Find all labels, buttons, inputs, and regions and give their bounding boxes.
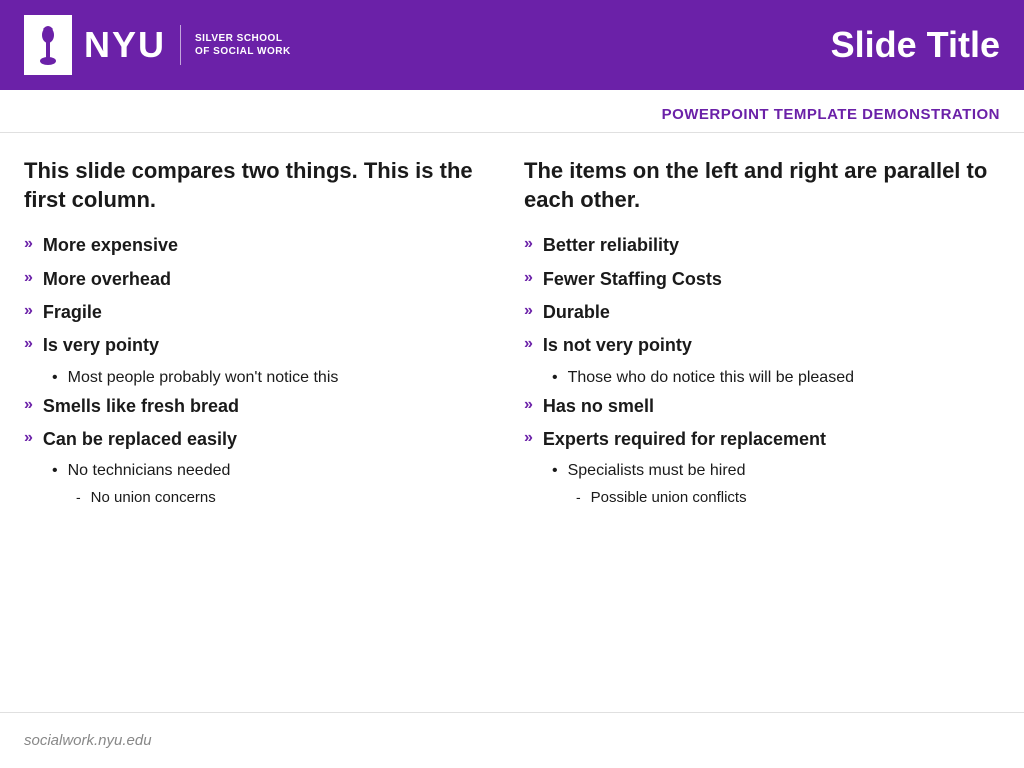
item-label: Smells like fresh bread bbox=[43, 395, 239, 418]
item-label: Fragile bbox=[43, 301, 102, 324]
bullet-icon: • bbox=[552, 369, 558, 387]
list-item: • No technicians needed bbox=[24, 461, 500, 482]
item-label: Possible union conflicts bbox=[591, 488, 747, 508]
item-label: More overhead bbox=[43, 268, 171, 291]
logo-area: NYU SILVER SCHOOL OF SOCIAL WORK bbox=[24, 15, 291, 75]
list-item: » Experts required for replacement bbox=[524, 428, 1000, 451]
list-item: • Specialists must be hired bbox=[524, 461, 1000, 482]
school-name-line1: SILVER SCHOOL bbox=[195, 32, 291, 45]
chevron-icon: » bbox=[524, 269, 533, 287]
logo-divider bbox=[180, 25, 181, 65]
list-item: » Can be replaced easily bbox=[24, 428, 500, 451]
item-label: Fewer Staffing Costs bbox=[543, 268, 722, 291]
right-column-list: » Better reliability » Fewer Staffing Co… bbox=[524, 234, 1000, 507]
chevron-icon: » bbox=[524, 302, 533, 320]
chevron-icon: » bbox=[24, 269, 33, 287]
item-label: Can be replaced easily bbox=[43, 428, 237, 451]
subtitle-bar: POWERPOINT TEMPLATE DEMONSTRATION bbox=[0, 90, 1024, 133]
left-column-list: » More expensive » More overhead » Fragi… bbox=[24, 234, 500, 507]
right-column-heading: The items on the left and right are para… bbox=[524, 157, 1000, 214]
item-label: Better reliability bbox=[543, 234, 679, 257]
subtitle-text: POWERPOINT TEMPLATE DEMONSTRATION bbox=[662, 106, 1000, 123]
list-item: » More overhead bbox=[24, 268, 500, 291]
item-label: Those who do notice this will be pleased bbox=[568, 368, 854, 389]
left-column-heading: This slide compares two things. This is … bbox=[24, 157, 500, 214]
list-item: - Possible union conflicts bbox=[524, 488, 1000, 508]
slide-title: Slide Title bbox=[831, 24, 1000, 66]
list-item: » Fragile bbox=[24, 301, 500, 324]
nyu-logo-text: NYU bbox=[84, 27, 166, 63]
item-label: Specialists must be hired bbox=[568, 461, 746, 482]
bullet-icon: • bbox=[552, 462, 558, 480]
list-item: - No union concerns bbox=[24, 488, 500, 508]
chevron-icon: » bbox=[24, 302, 33, 320]
main-content: This slide compares two things. This is … bbox=[0, 133, 1024, 695]
list-item: » Smells like fresh bread bbox=[24, 395, 500, 418]
school-name-block: SILVER SCHOOL OF SOCIAL WORK bbox=[195, 32, 291, 58]
list-item: » Better reliability bbox=[524, 234, 1000, 257]
item-label: Has no smell bbox=[543, 395, 654, 418]
item-label: Experts required for replacement bbox=[543, 428, 826, 451]
item-label: No technicians needed bbox=[68, 461, 231, 482]
item-label: More expensive bbox=[43, 234, 178, 257]
chevron-icon: » bbox=[24, 396, 33, 414]
list-item: » Is not very pointy bbox=[524, 334, 1000, 357]
item-label: Most people probably won't notice this bbox=[68, 368, 339, 389]
bullet-icon: • bbox=[52, 462, 58, 480]
chevron-icon: » bbox=[24, 235, 33, 253]
dash-icon: - bbox=[576, 489, 581, 505]
chevron-icon: » bbox=[524, 396, 533, 414]
left-column: This slide compares two things. This is … bbox=[24, 157, 500, 695]
right-column: The items on the left and right are para… bbox=[524, 157, 1000, 695]
list-item: » Durable bbox=[524, 301, 1000, 324]
chevron-icon: » bbox=[524, 429, 533, 447]
list-item: • Most people probably won't notice this bbox=[24, 368, 500, 389]
list-item: • Those who do notice this will be pleas… bbox=[524, 368, 1000, 389]
school-name-line2: OF SOCIAL WORK bbox=[195, 45, 291, 58]
nyu-torch-icon bbox=[24, 15, 72, 75]
list-item: » More expensive bbox=[24, 234, 500, 257]
chevron-icon: » bbox=[24, 335, 33, 353]
chevron-icon: » bbox=[524, 335, 533, 353]
chevron-icon: » bbox=[24, 429, 33, 447]
list-item: » Has no smell bbox=[524, 395, 1000, 418]
item-label: Durable bbox=[543, 301, 610, 324]
item-label: Is not very pointy bbox=[543, 334, 692, 357]
header: NYU SILVER SCHOOL OF SOCIAL WORK Slide T… bbox=[0, 0, 1024, 90]
list-item: » Fewer Staffing Costs bbox=[524, 268, 1000, 291]
item-label: Is very pointy bbox=[43, 334, 159, 357]
bullet-icon: • bbox=[52, 369, 58, 387]
chevron-icon: » bbox=[524, 235, 533, 253]
list-item: » Is very pointy bbox=[24, 334, 500, 357]
footer: socialwork.nyu.edu bbox=[0, 712, 1024, 768]
item-label: No union concerns bbox=[91, 488, 216, 508]
footer-url: socialwork.nyu.edu bbox=[24, 732, 152, 749]
dash-icon: - bbox=[76, 489, 81, 505]
